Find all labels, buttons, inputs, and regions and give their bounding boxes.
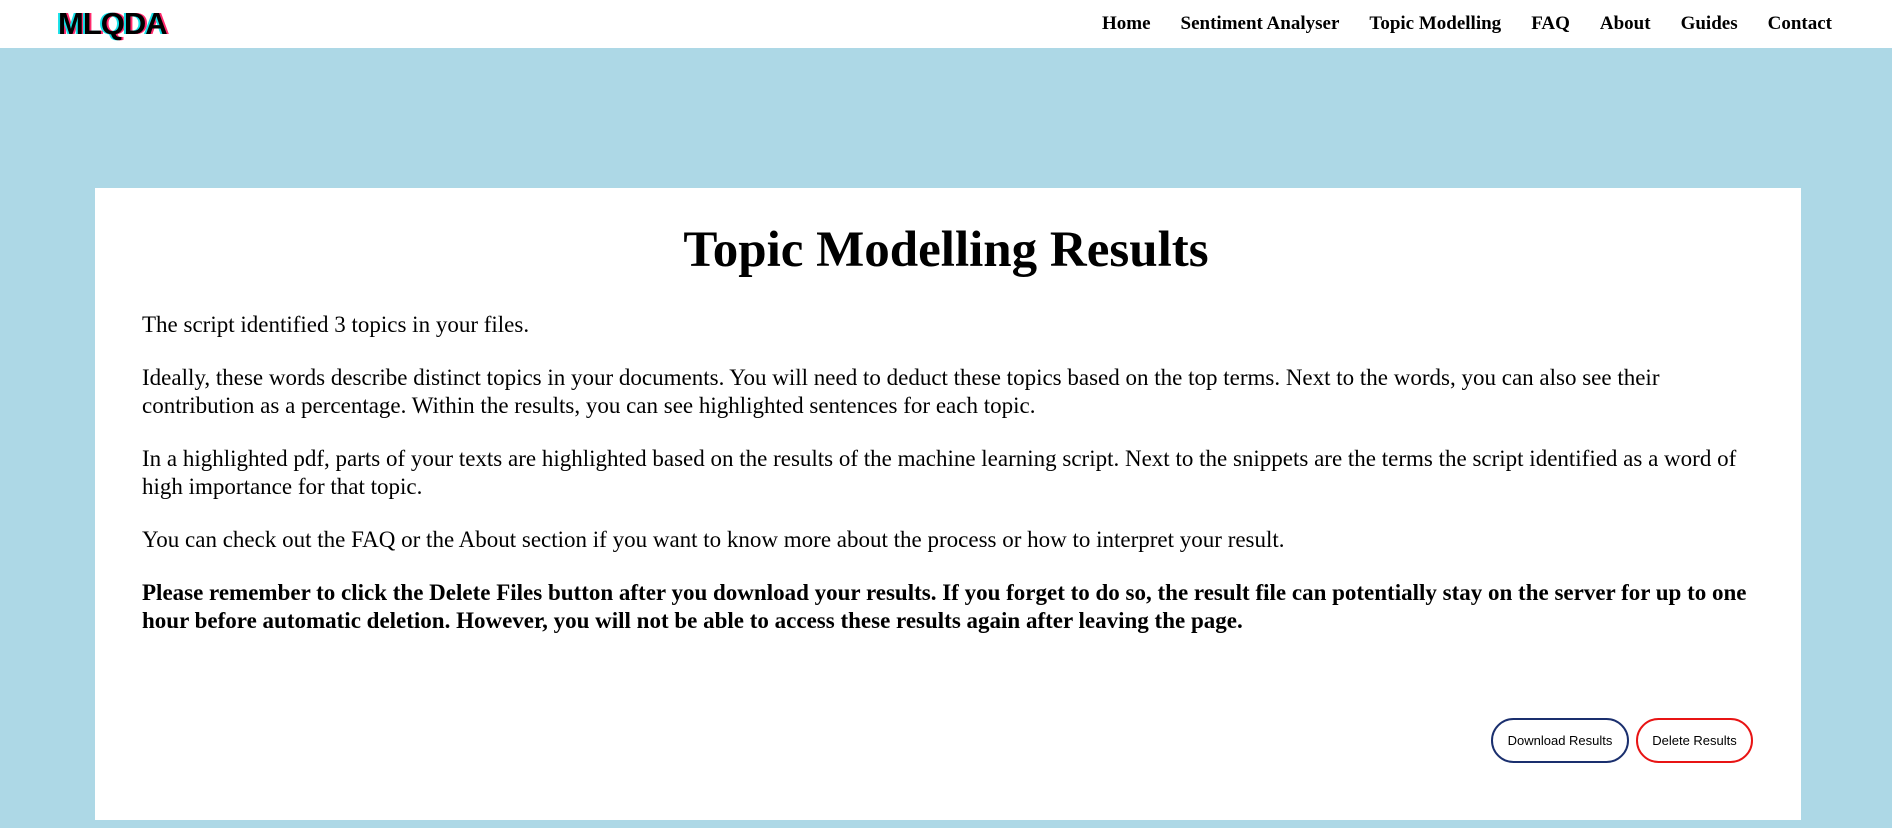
delete-warning-text: Please remember to click the Delete File… xyxy=(142,580,1747,633)
topics-explanation-text: Ideally, these words describe distinct t… xyxy=(142,365,1660,418)
delete-results-button[interactable]: Delete Results xyxy=(1636,718,1753,763)
nav-link-home[interactable]: Home xyxy=(1102,13,1151,35)
nav-link-about[interactable]: About xyxy=(1600,13,1651,35)
topics-count-text: The script identified 3 topics in your f… xyxy=(142,312,530,337)
nav-link-sentiment-analyser[interactable]: Sentiment Analyser xyxy=(1181,13,1340,35)
site-header: MLQDA Home Sentiment Analyser Topic Mode… xyxy=(0,0,1892,48)
nav-link-guides[interactable]: Guides xyxy=(1681,13,1738,35)
site-logo[interactable]: MLQDA xyxy=(58,4,168,44)
nav-link-contact[interactable]: Contact xyxy=(1768,13,1832,35)
faq-hint-text: You can check out the FAQ or the About s… xyxy=(142,527,1285,552)
nav-link-topic-modelling[interactable]: Topic Modelling xyxy=(1369,13,1501,35)
results-description: The script identified 3 topics in your f… xyxy=(142,311,1762,660)
main-nav: Home Sentiment Analyser Topic Modelling … xyxy=(1102,0,1832,48)
download-results-button[interactable]: Download Results xyxy=(1491,718,1629,763)
highlighted-pdf-text: In a highlighted pdf, parts of your text… xyxy=(142,446,1737,499)
nav-link-faq[interactable]: FAQ xyxy=(1531,13,1570,35)
page-title: Topic Modelling Results xyxy=(683,222,1209,278)
